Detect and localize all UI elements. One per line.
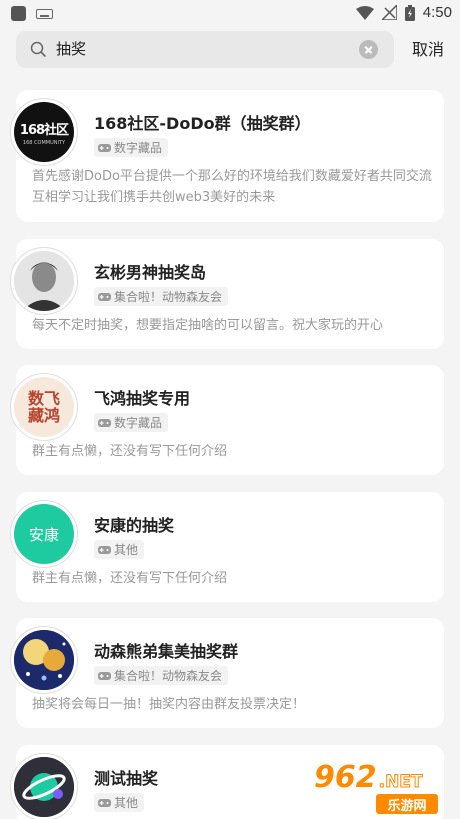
watermark-suffix: .NET	[378, 772, 423, 793]
gamepad-icon	[98, 671, 111, 680]
avatar	[10, 753, 78, 819]
category-tag-label: 数字藏品	[114, 416, 163, 430]
avatar-logo-subtext: 168 COMMUNITY	[22, 139, 66, 146]
category-tag: 其他	[94, 793, 145, 812]
keyboard-icon	[36, 8, 53, 19]
group-description: 每天不定时抽奖，想要指定抽啥的可以留言。祝大家玩的开心	[32, 318, 384, 333]
group-title: 飞鸿抽奖专用	[94, 389, 191, 408]
category-tag-label: 其他	[114, 543, 139, 557]
group-card-xuanbin[interactable]: 玄彬男神抽奖岛 集合啦！动物森友会 每天不定时抽奖，想要指定抽啥的可以留言。祝大…	[10, 239, 444, 349]
clock: 4:50	[422, 4, 452, 21]
group-description: 群主有点懒，还没有写下任何介绍	[32, 444, 228, 459]
no-signal-icon	[381, 5, 397, 20]
gamepad-icon	[98, 292, 111, 301]
avatar-logo-text: 168社区	[19, 122, 69, 138]
gamepad-icon	[98, 143, 111, 152]
group-card-168[interactable]: 168社区 168 COMMUNITY 168社区-DoDo群（抽奖群） 数字藏…	[10, 90, 444, 222]
cancel-button[interactable]: 取消	[412, 31, 444, 68]
group-title: 玄彬男神抽奖岛	[94, 263, 207, 282]
watermark-site-name: 乐游网	[387, 798, 427, 814]
avatar: 安康	[10, 500, 78, 568]
notification-app-icon	[11, 6, 26, 21]
gamepad-icon	[98, 798, 111, 807]
battery-icon	[404, 4, 415, 21]
avatar-text: 安康	[28, 525, 59, 544]
group-description: 群主有点懒，还没有写下任何介绍	[32, 571, 228, 586]
category-tag-label: 集合啦！动物森友会	[114, 669, 223, 683]
group-title: 168社区-DoDo群（抽奖群）	[94, 114, 311, 133]
category-tag: 集合啦！动物森友会	[94, 666, 229, 685]
avatar	[10, 247, 78, 315]
category-tag: 其他	[94, 540, 145, 559]
gamepad-icon	[98, 545, 111, 554]
avatar: 168社区 168 COMMUNITY	[10, 98, 78, 166]
site-watermark: 962 .NET 乐游网	[314, 763, 454, 815]
category-tag: 数字藏品	[94, 138, 169, 157]
watermark-number: 962	[314, 760, 377, 795]
status-bar: 4:50	[0, 0, 460, 26]
search-bar[interactable]: 抽奖	[16, 31, 394, 68]
category-tag-label: 其他	[114, 796, 139, 810]
search-input[interactable]: 抽奖	[56, 31, 356, 68]
gamepad-icon	[98, 418, 111, 427]
group-title: 测试抽奖	[94, 769, 159, 788]
portrait-photo	[14, 251, 74, 311]
group-description: 首先感谢DoDo平台提供一个那么好的环境给我们数藏爱好者共同交流互相学习让我们携…	[32, 169, 432, 205]
search-icon	[30, 41, 46, 57]
wifi-icon	[355, 5, 374, 20]
group-card-dongsen[interactable]: 动森熊弟集美抽奖群 集合啦！动物森友会 抽奖将会每日一抽！抽奖内容由群友投票决定…	[10, 618, 444, 728]
planet-icon	[14, 757, 74, 817]
clear-search-icon[interactable]	[359, 40, 378, 59]
avatar: 数飞藏鸿	[10, 373, 78, 441]
avatar-calligraphy-text: 数飞藏鸿	[27, 389, 60, 425]
group-title: 动森熊弟集美抽奖群	[94, 642, 239, 661]
category-tag-label: 集合啦！动物森友会	[114, 290, 223, 304]
group-description: 抽奖将会每日一抽！抽奖内容由群友投票决定！	[32, 697, 306, 712]
group-card-feihong[interactable]: 数飞藏鸿 飞鸿抽奖专用 数字藏品 群主有点懒，还没有写下任何介绍	[10, 365, 444, 475]
avatar	[10, 626, 78, 694]
category-tag: 集合啦！动物森友会	[94, 287, 229, 306]
group-title: 安康的抽奖	[94, 516, 175, 535]
moon-night-illustration	[14, 630, 74, 690]
category-tag-label: 数字藏品	[114, 141, 163, 155]
group-card-ankang[interactable]: 安康 安康的抽奖 其他 群主有点懒，还没有写下任何介绍	[10, 492, 444, 602]
category-tag: 数字藏品	[94, 413, 169, 432]
